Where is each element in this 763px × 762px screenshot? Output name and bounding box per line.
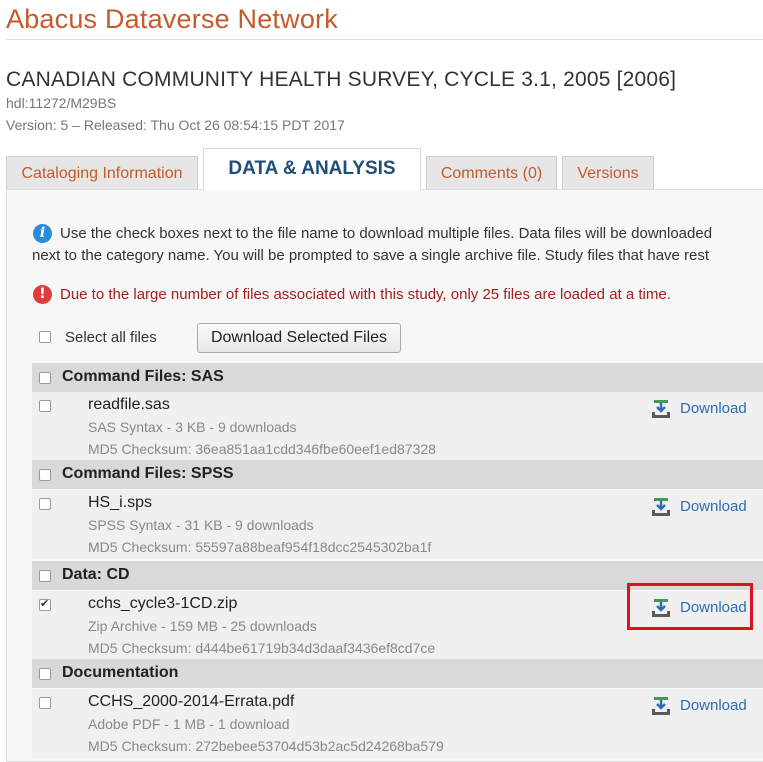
- title-divider: [6, 39, 763, 40]
- category-row-sas: Command Files: SAS: [32, 363, 763, 392]
- category-label: Command Files: SPSS: [62, 465, 234, 482]
- file-checkbox[interactable]: [39, 498, 51, 510]
- file-checkbox[interactable]: [39, 400, 51, 412]
- file-row: HS_i.sps SPSS Syntax - 31 KB - 9 downloa…: [32, 490, 763, 559]
- category-checkbox[interactable]: [39, 469, 51, 481]
- warning-text: Due to the large number of files associa…: [60, 286, 671, 303]
- download-link[interactable]: Download: [680, 697, 747, 714]
- study-version: Version: 5 – Released: Thu Oct 26 08:54:…: [6, 117, 345, 133]
- info-text-line-2: next to the category name. You will be p…: [32, 247, 710, 264]
- file-name: readfile.sas: [88, 396, 170, 413]
- exclamation-icon: !: [33, 285, 52, 304]
- download-selected-button[interactable]: Download Selected Files: [197, 323, 401, 353]
- download-icon[interactable]: [650, 696, 672, 716]
- category-checkbox[interactable]: [39, 372, 51, 384]
- category-checkbox[interactable]: [39, 570, 51, 582]
- select-all-label[interactable]: Select all files: [65, 329, 157, 346]
- file-row: CCHS_2000-2014-Errata.pdf Adobe PDF - 1 …: [32, 689, 763, 758]
- tab-versions[interactable]: Versions: [562, 156, 654, 189]
- download-link[interactable]: Download: [680, 599, 747, 616]
- file-checkbox[interactable]: [39, 697, 51, 709]
- file-checkbox[interactable]: [39, 597, 51, 611]
- category-row-documentation: Documentation: [32, 659, 763, 688]
- study-title: CANADIAN COMMUNITY HEALTH SURVEY, CYCLE …: [6, 68, 677, 91]
- file-md5: MD5 Checksum: d444be61719b34d3daaf3436ef…: [88, 640, 436, 656]
- file-md5: MD5 Checksum: 55597a88beaf954f18dcc25453…: [88, 539, 432, 555]
- download-link[interactable]: Download: [680, 498, 747, 515]
- download-icon[interactable]: [650, 399, 672, 419]
- file-row: cchs_cycle3-1CD.zip Zip Archive - 159 MB…: [32, 591, 763, 660]
- category-checkbox[interactable]: [39, 668, 51, 680]
- study-handle: hdl:11272/M29BS: [6, 95, 117, 111]
- category-row-spss: Command Files: SPSS: [32, 460, 763, 489]
- select-all-checkbox[interactable]: [39, 331, 51, 343]
- category-row-data-cd: Data: CD: [32, 561, 763, 590]
- category-label: Command Files: SAS: [62, 368, 224, 385]
- file-meta: SAS Syntax - 3 KB - 9 downloads: [88, 419, 297, 435]
- info-icon: i: [33, 224, 52, 243]
- site-title[interactable]: Abacus Dataverse Network: [6, 4, 338, 35]
- file-name: cchs_cycle3-1CD.zip: [88, 595, 238, 612]
- file-md5: MD5 Checksum: 36ea851aa1cdd346fbe60eef1e…: [88, 441, 436, 457]
- category-label: Documentation: [62, 664, 179, 681]
- tab-comments[interactable]: Comments (0): [426, 156, 557, 189]
- download-link[interactable]: Download: [680, 400, 747, 417]
- file-meta: Adobe PDF - 1 MB - 1 download: [88, 716, 290, 732]
- file-meta: SPSS Syntax - 31 KB - 9 downloads: [88, 517, 314, 533]
- download-icon[interactable]: [650, 598, 672, 618]
- file-name: HS_i.sps: [88, 494, 153, 511]
- file-name: CCHS_2000-2014-Errata.pdf: [88, 693, 295, 710]
- info-text-line-1: Use the check boxes next to the file nam…: [60, 225, 713, 242]
- category-label: Data: CD: [62, 566, 130, 583]
- file-md5: MD5 Checksum: 272bebee53704d53b2ac5d2426…: [88, 738, 444, 754]
- download-icon[interactable]: [650, 497, 672, 517]
- file-row: readfile.sas SAS Syntax - 3 KB - 9 downl…: [32, 392, 763, 461]
- tab-data-analysis[interactable]: DATA & ANALYSIS: [203, 148, 421, 190]
- tab-cataloging-information[interactable]: Cataloging Information: [6, 156, 198, 189]
- file-meta: Zip Archive - 159 MB - 25 downloads: [88, 618, 317, 634]
